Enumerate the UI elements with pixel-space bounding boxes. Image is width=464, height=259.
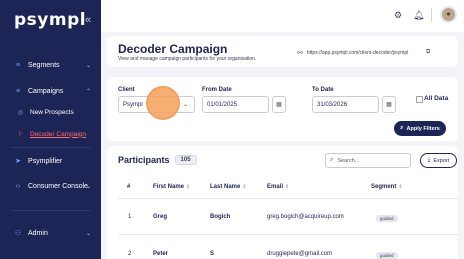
sidebar-item-label: Psymplifier xyxy=(28,157,63,165)
sort-icon: ⇕ xyxy=(242,184,247,190)
from-date-input[interactable]: 01/01/2025 xyxy=(202,96,269,113)
column-header-segment[interactable]: Segment ⇕ xyxy=(371,184,403,190)
prospects-icon: ◎ xyxy=(17,109,24,116)
sidebar-item-label: Campaigns xyxy=(28,87,64,95)
sidebar-item-label: Decoder Campaign xyxy=(30,130,87,138)
chevron-down-icon: ⌄ xyxy=(85,62,91,69)
row-number: 2 xyxy=(128,251,132,257)
sidebar-item-label: New Prospects xyxy=(30,108,74,116)
client-label: Client xyxy=(118,87,135,93)
email-cell: druggiepete@gmail.com xyxy=(267,251,333,257)
sidebar-item-consumer-console[interactable]: ‹› Consumer Console ⌄ xyxy=(0,178,101,194)
search-icon: ⌕ xyxy=(400,125,404,131)
campaign-url-text: https://app.psympl.com/client-decoder/ps… xyxy=(306,50,409,56)
search-placeholder: Search... xyxy=(337,157,360,164)
last-name-cell: Bogich xyxy=(210,214,231,220)
campaigns-icon: ≡ xyxy=(15,87,21,95)
sidebar-item-new-prospects[interactable]: ◎ New Prospects xyxy=(0,105,101,119)
sidebar: psympl « ≡ Segments ⌄ ≡ Campaigns ⌃ ◎ Ne… xyxy=(0,0,101,259)
all-data-label: All Data xyxy=(424,95,449,102)
column-header-number: # xyxy=(127,184,131,190)
psymplifier-icon: ➤ xyxy=(15,158,21,165)
main-content: Decoder Campaign View and manage campaig… xyxy=(101,32,464,259)
chevron-up-icon: ⌃ xyxy=(85,88,91,95)
to-date-label: To Date xyxy=(312,87,334,93)
sidebar-item-label: Segments xyxy=(28,61,60,69)
sidebar-item-segments[interactable]: ≡ Segments ⌄ xyxy=(0,57,101,73)
copy-icon[interactable]: ⧉ xyxy=(426,49,430,56)
gear-icon[interactable]: ⚙ xyxy=(394,10,402,21)
calendar-icon[interactable]: ▦ xyxy=(382,96,396,113)
column-header-last-name[interactable]: Last Name ⇕ xyxy=(210,184,247,190)
from-date-label: From Date xyxy=(202,87,232,93)
sidebar-divider xyxy=(10,210,90,211)
sidebar-divider xyxy=(10,147,90,148)
last-name-cell: S xyxy=(210,251,215,257)
first-name-cell: Greg xyxy=(153,214,168,220)
top-bar: ⚙ 🔔︎ ● xyxy=(101,0,464,32)
search-icon: ⌕ xyxy=(330,157,334,163)
flag-icon: ⚐ xyxy=(17,131,24,138)
to-date-input[interactable]: 31/03/2026 xyxy=(312,96,379,113)
sort-icon: ⇕ xyxy=(398,184,403,190)
click-indicator xyxy=(146,86,180,120)
sort-icon: ⇕ xyxy=(285,184,290,190)
campaign-url[interactable]: ⚯ https://app.psympl.com/client-decoder/… xyxy=(297,49,408,57)
participants-count-badge: 105 xyxy=(174,155,197,165)
column-header-first-name[interactable]: First Name ⇕ xyxy=(153,184,190,190)
table-divider xyxy=(118,198,458,199)
first-name-cell: Peter xyxy=(153,251,169,257)
console-icon: ‹› xyxy=(15,182,21,190)
segment-badge: guided xyxy=(376,215,398,222)
client-select-value: Psympl xyxy=(123,101,143,108)
apply-filters-label: Apply Filters xyxy=(406,125,440,132)
chevron-down-icon: ⌄ xyxy=(85,183,91,190)
page-subtitle: View and manage campaign participants fo… xyxy=(118,56,257,62)
sidebar-item-label: Admin xyxy=(28,229,48,237)
admin-icon: ⚇ xyxy=(14,230,22,237)
chevron-down-icon: ⌄ xyxy=(182,102,188,108)
export-label: Export xyxy=(433,157,450,164)
avatar[interactable]: ● xyxy=(440,6,457,23)
app-logo: psympl xyxy=(14,10,87,30)
to-date-value: 31/03/2026 xyxy=(317,101,348,108)
segments-icon: ≡ xyxy=(15,61,21,69)
search-input[interactable]: ⌕ Search... xyxy=(325,153,411,168)
row-number: 1 xyxy=(128,214,132,220)
email-cell: greg.bogich@acquireup.com xyxy=(267,214,344,220)
export-button[interactable]: ⤓ Export xyxy=(420,153,457,168)
sidebar-item-admin[interactable]: ⚇ Admin ⌄ xyxy=(0,225,101,241)
download-icon: ⤓ xyxy=(427,157,431,163)
table-divider xyxy=(118,234,458,235)
from-date-value: 01/01/2025 xyxy=(207,101,238,108)
sidebar-item-decoder-campaign[interactable]: ⚐ Decoder Campaign xyxy=(0,127,101,141)
link-icon: ⚯ xyxy=(297,50,303,57)
calendar-icon[interactable]: ▦ xyxy=(272,96,286,113)
column-header-email[interactable]: Email ⇕ xyxy=(267,184,289,190)
topbar-divider xyxy=(431,8,432,22)
sort-icon: ⇕ xyxy=(186,184,191,190)
segment-badge: guided xyxy=(376,252,398,259)
participants-title: Participants xyxy=(118,155,170,165)
sidebar-item-label: Consumer Console xyxy=(28,182,88,190)
sidebar-item-campaigns[interactable]: ≡ Campaigns ⌃ xyxy=(0,83,101,99)
sidebar-item-psymplifier[interactable]: ➤ Psymplifier xyxy=(0,153,101,169)
apply-filters-button[interactable]: ⌕ Apply Filters xyxy=(394,121,446,136)
collapse-sidebar-icon[interactable]: « xyxy=(85,14,91,26)
participants-heading: Participants 105 xyxy=(118,155,197,165)
page-title: Decoder Campaign xyxy=(118,42,228,56)
bell-icon[interactable]: 🔔︎ xyxy=(413,10,424,21)
all-data-checkbox[interactable] xyxy=(416,96,423,103)
chevron-down-icon: ⌄ xyxy=(85,230,91,237)
